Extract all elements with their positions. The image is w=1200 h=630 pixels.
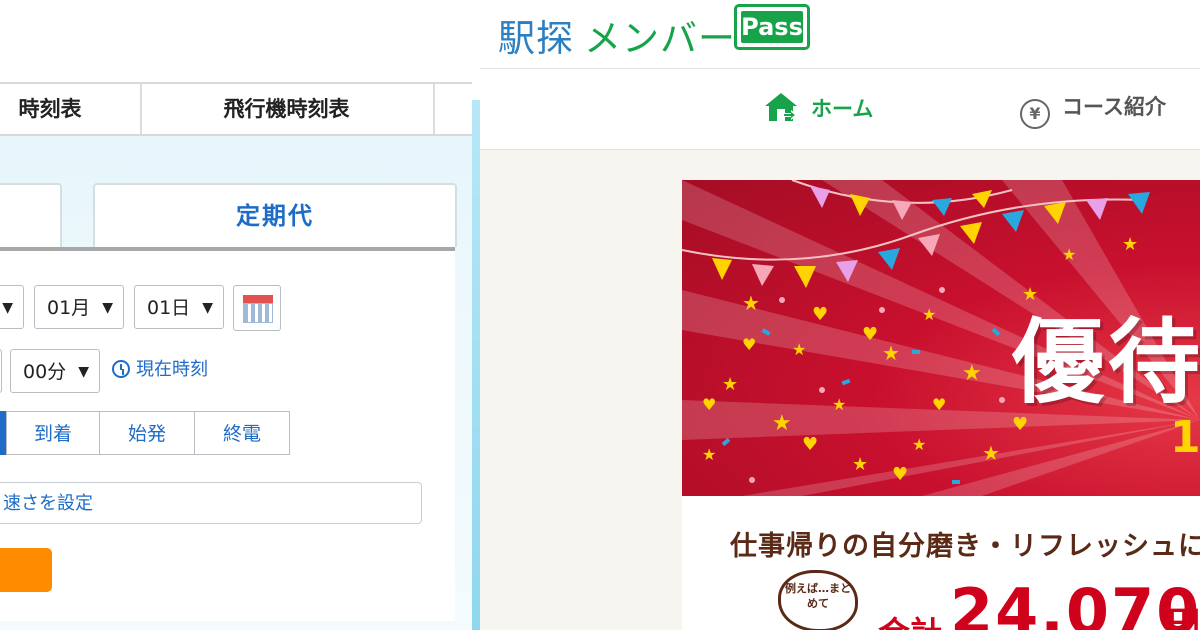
logo-ekitan[interactable]: 駅探 bbox=[498, 8, 574, 62]
tab-flight-timetable[interactable]: 飛行機時刻表 bbox=[140, 84, 435, 134]
banner-hero: ★ ★ ★ ★ ★ ★ ★ ★ ★ ★ ★ ★ ★ ★ ★ ♥ ♥ ♥ ♥ ♥ … bbox=[682, 180, 1200, 496]
nav-item-course[interactable]: ¥ コース紹介 bbox=[1020, 91, 1166, 129]
segment-arrival[interactable]: 到着 bbox=[6, 411, 100, 455]
svg-text:♥: ♥ bbox=[892, 464, 908, 485]
yen-icon: ¥ bbox=[1020, 99, 1050, 129]
banner-title: 優待 bbox=[1012, 309, 1200, 416]
timetable-tabs: 時刻表 飛行機時刻表 bbox=[0, 82, 472, 136]
svg-text:★: ★ bbox=[722, 374, 738, 395]
calendar-icon bbox=[243, 295, 273, 303]
svg-text:★: ★ bbox=[962, 361, 982, 386]
svg-text:♥: ♥ bbox=[932, 395, 946, 414]
promo-banner[interactable]: ★ ★ ★ ★ ★ ★ ★ ★ ★ ★ ★ ★ ★ ★ ★ ♥ ♥ ♥ ♥ ♥ … bbox=[682, 180, 1200, 630]
hour-select[interactable] bbox=[0, 349, 2, 393]
search-button[interactable] bbox=[0, 548, 52, 592]
banner-price: 24,070 bbox=[950, 575, 1200, 630]
mode-tab-other[interactable] bbox=[0, 183, 62, 247]
current-time-label: 現在時刻 bbox=[136, 359, 208, 380]
banner-number: 14 bbox=[1170, 412, 1200, 463]
svg-text:★: ★ bbox=[792, 340, 806, 359]
speech-bubble: 例えば…まとめて bbox=[778, 570, 858, 630]
day-value: 01日 bbox=[147, 297, 191, 319]
day-select[interactable]: 01日 ▼ bbox=[134, 285, 224, 329]
mode-tab-commuter-pass[interactable]: 定期代 bbox=[93, 183, 457, 247]
search-form: ▼ 01月 ▼ 01日 ▼ 00分 ▼ 現在時刻 到着 始発 終電 速さを設定 bbox=[0, 247, 455, 621]
tab-timetable[interactable]: 時刻表 bbox=[0, 84, 142, 134]
nav-home-label: ホーム bbox=[811, 97, 874, 121]
svg-text:★: ★ bbox=[912, 435, 926, 454]
svg-text:★: ★ bbox=[882, 341, 900, 365]
segment-last-train[interactable]: 終電 bbox=[194, 411, 290, 455]
member-pass-page: 駅探 メンバー Pass ホーム ¥ コース紹介 ★ ★ ★ ★ ★ ★ ★ ★… bbox=[480, 0, 1200, 630]
svg-text:★: ★ bbox=[832, 395, 846, 414]
svg-text:★: ★ bbox=[702, 445, 716, 464]
route-search-panel: 時刻表 飛行機時刻表 定期代 ▼ 01月 ▼ 01日 ▼ 00分 ▼ 現在時刻 bbox=[0, 0, 480, 630]
speed-setting-field[interactable]: 速さを設定 bbox=[0, 482, 422, 524]
chevron-down-icon: ▼ bbox=[2, 300, 13, 316]
svg-text:★: ★ bbox=[1062, 245, 1076, 264]
svg-text:★: ★ bbox=[852, 454, 868, 475]
svg-text:★: ★ bbox=[1122, 234, 1138, 255]
svg-text:★: ★ bbox=[772, 411, 792, 436]
svg-text:♥: ♥ bbox=[802, 434, 818, 455]
month-value: 01月 bbox=[47, 297, 91, 319]
calendar-button[interactable] bbox=[233, 285, 281, 331]
svg-text:★: ★ bbox=[922, 305, 936, 324]
banner-sum-label: 合計 bbox=[878, 608, 942, 630]
home-icon bbox=[763, 91, 799, 123]
svg-text:♥: ♥ bbox=[702, 395, 716, 414]
logo-member[interactable]: メンバー bbox=[584, 8, 736, 62]
svg-text:♥: ♥ bbox=[862, 324, 878, 345]
logo-pass-badge[interactable]: Pass bbox=[734, 4, 810, 50]
segment-first-train[interactable]: 始発 bbox=[99, 411, 195, 455]
chevron-down-icon: ▼ bbox=[102, 300, 113, 316]
panel-divider bbox=[472, 100, 480, 630]
svg-text:♥: ♥ bbox=[742, 335, 756, 354]
minute-value: 00分 bbox=[23, 361, 67, 383]
clock-icon bbox=[112, 360, 130, 378]
minute-select[interactable]: 00分 ▼ bbox=[10, 349, 100, 393]
nav-item-home[interactable]: ホーム bbox=[763, 91, 873, 123]
main-nav: ホーム ¥ コース紹介 bbox=[480, 69, 1200, 150]
nav-course-label: コース紹介 bbox=[1062, 95, 1166, 119]
site-header: 駅探 メンバー Pass bbox=[480, 0, 1200, 69]
banner-price-unit: 円 bbox=[1168, 604, 1200, 630]
year-select[interactable]: ▼ bbox=[0, 285, 24, 329]
svg-text:★: ★ bbox=[742, 291, 760, 315]
month-select[interactable]: 01月 ▼ bbox=[34, 285, 124, 329]
chevron-down-icon: ▼ bbox=[78, 364, 89, 380]
current-time-link[interactable]: 現在時刻 bbox=[112, 355, 208, 381]
banner-subtitle: 仕事帰りの自分磨き・リフレッシュに bbox=[730, 531, 1200, 562]
svg-text:♥: ♥ bbox=[812, 304, 828, 325]
logo-pass-text: Pass bbox=[741, 11, 803, 43]
svg-text:★: ★ bbox=[982, 441, 1000, 465]
chevron-down-icon: ▼ bbox=[202, 300, 213, 316]
